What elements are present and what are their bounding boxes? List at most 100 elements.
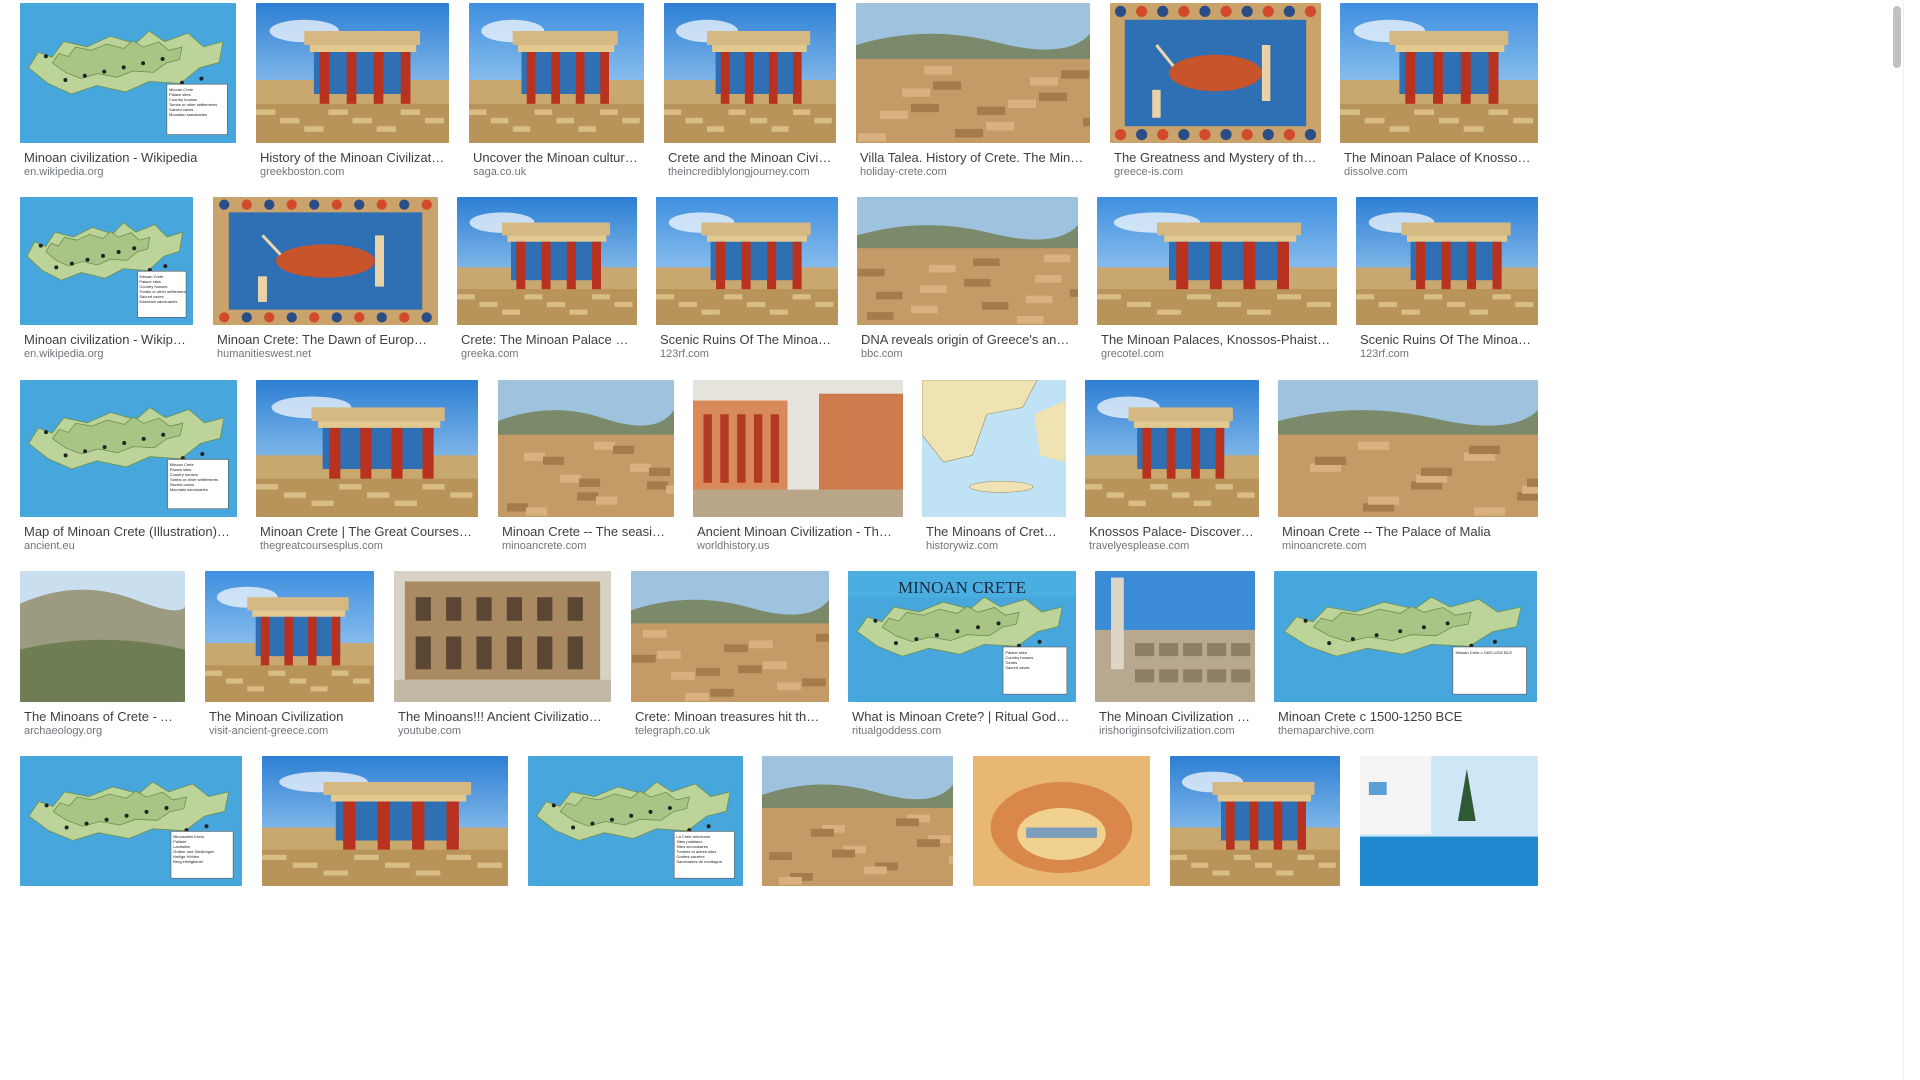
result-title[interactable]: Knossos Palace- Discovering Min... (1089, 524, 1255, 540)
image-result[interactable]: Minoan Crete Palace sites Country houses To… (20, 197, 193, 365)
result-thumbnail[interactable] (394, 571, 611, 702)
result-title[interactable]: Ancient Minoan Civilization - The Minoan… (697, 524, 899, 540)
result-thumbnail[interactable] (213, 197, 438, 325)
vertical-scrollbar[interactable] (1884, 0, 1920, 1080)
image-result[interactable]: History of the Minoan Civilization on Cr… (256, 3, 449, 183)
image-result[interactable]: The Minoans!!! Ancient Civilization of C… (394, 571, 611, 742)
image-result[interactable]: The Minoan Palaces, Knossos-Phaistos | G… (1097, 197, 1337, 365)
image-result[interactable]: Minoan Crete c 1500-1250 BCE Minoan Crete… (1274, 571, 1537, 742)
result-title[interactable]: The Minoan Palaces, Knossos-Phaistos | G… (1101, 332, 1333, 348)
result-title[interactable]: The Minoans of Crete: Hist... (926, 524, 1062, 540)
result-thumbnail[interactable]: Minoan Crete Palace sites Country houses To… (20, 380, 237, 517)
result-thumbnail[interactable] (1360, 756, 1538, 886)
result-thumbnail[interactable] (1095, 571, 1255, 702)
image-result[interactable]: Minoan Crete Palace sites Country houses To… (20, 3, 236, 183)
result-title[interactable]: The Minoans of Crete - Archaeol... (24, 709, 181, 725)
result-title[interactable]: The Minoans!!! Ancient Civilization of C… (398, 709, 607, 725)
image-result[interactable]: The Minoan Palace of Knossos, Knoss...di… (1340, 3, 1538, 183)
result-title[interactable]: Minoan civilization - Wikipedia (24, 150, 232, 166)
result-title[interactable]: The Minoan Civilization (209, 709, 370, 725)
result-title[interactable]: Scenic Ruins Of The Minoan Palac... (1360, 332, 1534, 348)
image-result[interactable]: Crete and the Minoan Civilization ...the… (664, 3, 836, 183)
result-thumbnail[interactable] (656, 197, 838, 325)
image-result[interactable]: The Minoan Civilization visit-ancient-gre… (205, 571, 374, 742)
result-title[interactable]: Villa Talea. History of Crete. The Minoa… (860, 150, 1086, 166)
result-thumbnail[interactable] (693, 380, 903, 517)
result-thumbnail[interactable]: Minoan Crete Palace sites Country houses To… (20, 197, 193, 325)
result-title[interactable]: What is Minoan Crete? | Ritual Goddess (852, 709, 1072, 725)
result-thumbnail[interactable]: MINOAN CRETE Palace sites Country houses To… (848, 571, 1076, 702)
result-title[interactable]: Crete and the Minoan Civilization ... (668, 150, 832, 166)
image-result[interactable] (1170, 756, 1340, 926)
image-result[interactable]: Minoan Crete: The Dawn of European Civil… (213, 197, 438, 365)
result-thumbnail[interactable] (1110, 3, 1321, 143)
result-thumbnail[interactable] (973, 756, 1150, 886)
image-result[interactable]: Minoan Crete -- The Palace of Malia minoa… (1278, 380, 1538, 557)
result-title[interactable]: The Minoan Civilization of Cret... (1099, 709, 1251, 725)
image-result[interactable]: The Minoan Civilization of Cret...irisho… (1095, 571, 1255, 742)
result-title[interactable]: The Greatness and Mystery of the Minoan … (1114, 150, 1317, 166)
image-result[interactable]: Minoan Crete | The Great Courses Plus the… (256, 380, 478, 557)
result-thumbnail[interactable] (256, 3, 449, 143)
result-title[interactable]: Minoan Crete | The Great Courses Plus (260, 524, 474, 540)
image-result[interactable]: Scenic Ruins Of The Minoan Palac...123rf… (1356, 197, 1538, 365)
result-thumbnail[interactable] (262, 756, 508, 886)
result-thumbnail[interactable] (631, 571, 829, 702)
image-result[interactable]: Minoisches Kreta Paläste Landsitze Gräber u… (20, 756, 242, 926)
result-thumbnail[interactable] (1278, 380, 1538, 517)
result-title[interactable]: Crete: Minoan treasures hit the bullsey.… (635, 709, 825, 725)
result-thumbnail[interactable]: La Crète minoenne Sites palatiaux Sites se… (528, 756, 743, 886)
scrollbar-thumb[interactable] (1893, 6, 1901, 68)
image-result[interactable]: Knossos Palace- Discovering Min...travel… (1085, 380, 1259, 557)
image-result[interactable]: Scenic Ruins Of The Minoan Palac...123rf… (656, 197, 838, 365)
image-result[interactable]: Minoan Crete -- The seaside town ...mino… (498, 380, 674, 557)
image-result[interactable]: MINOAN CRETE Palace sites Country houses To… (848, 571, 1076, 742)
result-thumbnail[interactable] (1085, 380, 1259, 517)
image-result[interactable] (973, 756, 1150, 926)
result-thumbnail[interactable] (762, 756, 953, 886)
result-title[interactable]: Minoan Crete c 1500-1250 BCE (1278, 709, 1533, 725)
result-thumbnail[interactable]: Minoan Crete c 1500-1250 BCE (1274, 571, 1537, 702)
result-title[interactable]: Uncover the Minoan culture of Cret... (473, 150, 640, 166)
result-thumbnail[interactable] (469, 3, 644, 143)
image-result[interactable]: Villa Talea. History of Crete. The Minoa… (856, 3, 1090, 183)
result-title[interactable]: Scenic Ruins Of The Minoan Palac... (660, 332, 834, 348)
result-thumbnail[interactable] (1170, 756, 1340, 886)
image-result[interactable]: The Greatness and Mystery of the Minoan … (1110, 3, 1321, 183)
image-result[interactable]: Ancient Minoan Civilization - The Minoan… (693, 380, 903, 557)
image-result[interactable]: La Crète minoenne Sites palatiaux Sites se… (528, 756, 743, 926)
image-result[interactable]: Crete: The Minoan Palace of Knoss...gree… (457, 197, 637, 365)
result-thumbnail[interactable] (20, 571, 185, 702)
result-title[interactable]: Minoan Crete -- The seaside town ... (502, 524, 670, 540)
result-thumbnail[interactable] (1340, 3, 1538, 143)
result-thumbnail[interactable] (498, 380, 674, 517)
result-thumbnail[interactable] (1097, 197, 1337, 325)
image-result[interactable] (262, 756, 508, 926)
result-title[interactable]: History of the Minoan Civilization on Cr… (260, 150, 445, 166)
result-title[interactable]: Minoan Crete: The Dawn of European Civil… (217, 332, 434, 348)
image-result[interactable]: The Minoans of Crete: Hist...historywiz.… (922, 380, 1066, 557)
result-thumbnail[interactable]: Minoan Crete Palace sites Country houses To… (20, 3, 236, 143)
result-thumbnail[interactable] (664, 3, 836, 143)
result-thumbnail[interactable]: Minoisches Kreta Paläste Landsitze Gräber u… (20, 756, 242, 886)
image-result[interactable]: DNA reveals origin of Greece's ancient M… (857, 197, 1078, 365)
result-thumbnail[interactable] (1356, 197, 1538, 325)
result-title[interactable]: DNA reveals origin of Greece's ancient M… (861, 332, 1074, 348)
image-result[interactable] (762, 756, 953, 926)
result-title[interactable]: Crete: The Minoan Palace of Knoss... (461, 332, 633, 348)
result-thumbnail[interactable] (922, 380, 1066, 517)
image-result[interactable]: Crete: Minoan treasures hit the bullsey.… (631, 571, 829, 742)
result-thumbnail[interactable] (205, 571, 374, 702)
image-result[interactable]: Minoan Crete Palace sites Country houses To… (20, 380, 237, 557)
result-title[interactable]: The Minoan Palace of Knossos, Knoss... (1344, 150, 1534, 166)
result-title[interactable]: Minoan Crete -- The Palace of Malia (1282, 524, 1534, 540)
result-thumbnail[interactable] (256, 380, 478, 517)
result-title[interactable]: Map of Minoan Crete (Illustration) - Anc… (24, 524, 233, 540)
result-thumbnail[interactable] (857, 197, 1078, 325)
image-result[interactable]: Uncover the Minoan culture of Cret...sag… (469, 3, 644, 183)
result-thumbnail[interactable] (856, 3, 1090, 143)
result-thumbnail[interactable] (457, 197, 637, 325)
result-title[interactable]: Minoan civilization - Wikipedia (24, 332, 189, 348)
image-result[interactable]: The Minoans of Crete - Archaeol...archae… (20, 571, 185, 742)
image-result[interactable] (1360, 756, 1538, 926)
